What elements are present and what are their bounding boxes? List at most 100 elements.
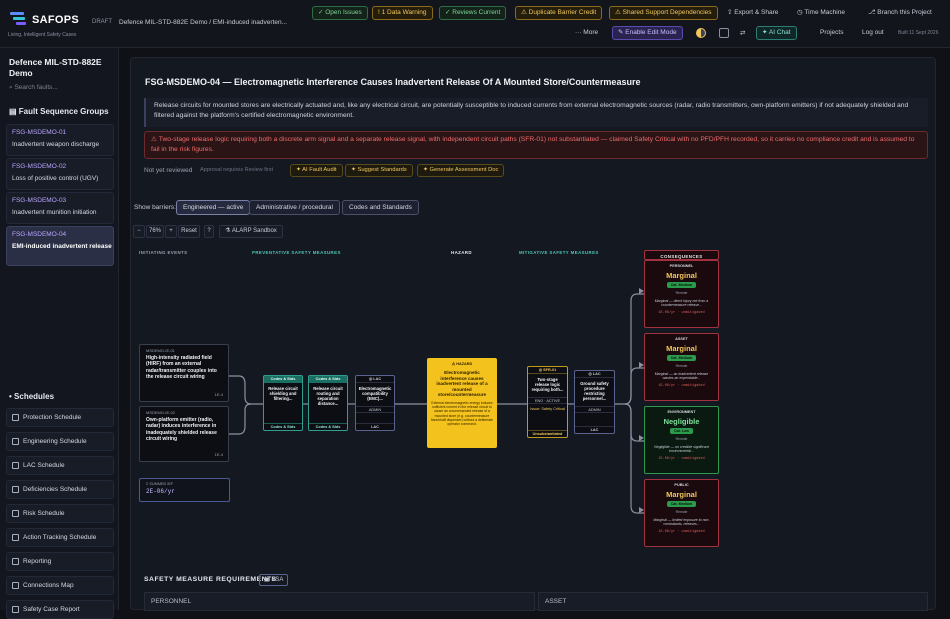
consequence-rate: 1E-06/yr · unmitigated <box>658 310 705 315</box>
consequence-personnel[interactable]: PERSONNEL Marginal Cat. Medium Remote Ma… <box>644 260 719 328</box>
ai-chat-button[interactable]: ✦ AI Chat <box>756 26 797 40</box>
barrier-footer: Codes & Stds <box>264 423 302 430</box>
event-text: High-intensity radiated field (HIRF) fro… <box>146 355 217 380</box>
barrier-footer: LAC <box>356 423 394 430</box>
duplicate-barrier-chip[interactable]: ⚠ Duplicate Barrier Credit <box>515 6 603 20</box>
consequence-header: ENVIRONMENT <box>667 410 696 414</box>
consequence-asset[interactable]: ASSET Marginal Cat. Medium Remote Margin… <box>644 333 719 401</box>
preventative-barrier[interactable]: ◎ LAC Electromagnetic compatibility (EMC… <box>355 375 395 431</box>
fsg-item-02[interactable]: FSG-MSDEMO-02 Loss of positive control (… <box>6 158 114 190</box>
category-pill: Cat. Medium <box>666 501 697 507</box>
barrier-issue-tag: Issue: Safety Critical <box>530 407 565 411</box>
schedule-label: Connections Map <box>23 582 74 589</box>
schedules-heading-label: Schedules <box>14 392 55 401</box>
initiating-event-card[interactable]: MSDEMO-IE-02 Own-platform emitter (radio… <box>139 406 229 462</box>
project-title: Defence MIL-STD-882E Demo <box>9 57 102 78</box>
barrier-type: ◎ LAC <box>356 376 394 383</box>
tagline: Living, Intelligent Safety Cases <box>8 32 77 38</box>
warning-icon <box>12 486 19 493</box>
summed-ief-card[interactable]: Σ SUMMED IEF 2E-06/yr <box>139 478 230 502</box>
likelihood-label: Remote <box>675 364 688 368</box>
sidebar: Defence MIL-STD-882E Demo ⌕ Search fault… <box>0 48 119 619</box>
event-id: MSDEMO-IE-02 <box>146 410 175 415</box>
consequence-rate: 1E-06/yr · unmitigated <box>658 456 705 461</box>
shield-icon <box>12 414 19 421</box>
time-machine-button[interactable]: ◷ Time Machine <box>797 8 845 16</box>
likelihood-label: Remote <box>675 437 688 441</box>
requirements-col-personnel: PERSONNEL <box>144 592 535 611</box>
book-icon: ▤ <box>9 107 19 116</box>
consequence-header: PERSONNEL <box>669 264 694 268</box>
consequence-public[interactable]: PUBLIC Marginal Cat. Medium Remote Margi… <box>644 479 719 547</box>
open-issues-chip[interactable]: ✓ Open Issues <box>312 6 368 20</box>
fsg-name: EMI-induced inadvertent release <box>12 243 112 250</box>
fault-sequence-groups-heading[interactable]: ▤ Fault Sequence Groups <box>9 107 109 116</box>
network-icon <box>12 582 19 589</box>
draft-badge: DRAFT <box>92 19 112 25</box>
schedules-heading[interactable]: • Schedules <box>9 392 54 401</box>
logo[interactable]: SAFOPS Living, Intelligent Safety Cases <box>8 8 118 42</box>
initiating-event-card[interactable]: MSDEMO-IE-01 High-intensity radiated fie… <box>139 344 229 402</box>
category-pill: Cat. Medium <box>666 282 697 288</box>
more-menu[interactable]: ··· More <box>575 29 598 36</box>
fsg-code: FSG-MSDEMO-04 <box>12 231 67 238</box>
data-warning-chip[interactable]: ! 1 Data Warning <box>372 6 433 20</box>
event-id: MSDEMO-IE-01 <box>146 348 175 353</box>
sidebar-item-connections-map[interactable]: Connections Map <box>6 576 114 595</box>
consequence-desc: Marginal — limited exposure to non-comba… <box>653 518 710 527</box>
event-rate: 1E-4 <box>214 452 223 457</box>
logout-link[interactable]: Log out <box>862 29 884 36</box>
sidebar-item-protection-schedule[interactable]: Protection Schedule <box>6 408 114 427</box>
requirements-title: SAFETY MEASURE REQUIREMENTS <box>144 576 277 583</box>
enable-edit-button[interactable]: ✎ Enable Edit Mode <box>612 26 683 40</box>
fsg-name: Inadvertent munition initiation <box>12 209 97 216</box>
sidebar-item-reporting[interactable]: Reporting <box>6 552 114 571</box>
sidebar-item-risk-schedule[interactable]: Risk Schedule <box>6 504 114 523</box>
schedule-label: Reporting <box>23 558 52 565</box>
barrier-footer: Codes & Stds <box>309 423 347 430</box>
sidebar-item-deficiencies-schedule[interactable]: Deficiencies Schedule <box>6 480 114 499</box>
search-input[interactable]: ⌕ Search faults... <box>9 84 113 92</box>
barrier-text: Ground safety procedure restricting pers… <box>580 381 609 401</box>
sidebar-item-lac-schedule[interactable]: LAC Schedule <box>6 456 114 475</box>
mitigative-barrier[interactable]: ◎ LAC Ground safety procedure restrictin… <box>574 370 615 434</box>
fsg-code: FSG-MSDEMO-03 <box>12 197 67 204</box>
sidebar-item-engineering-schedule[interactable]: Engineering Schedule <box>6 432 114 451</box>
schedule-label: Deficiencies Schedule <box>23 486 87 493</box>
fsg-heading-label: Fault Sequence Groups <box>18 107 109 116</box>
barrier-text: Two-stage release logic requiring both..… <box>531 377 564 392</box>
projects-link[interactable]: Projects <box>820 29 843 36</box>
preventative-barrier[interactable]: Codes & Stds Release circuit shielding a… <box>263 375 303 431</box>
psa-badge[interactable]: ▣ PSA <box>259 574 289 586</box>
sidebar-item-action-tracking-schedule[interactable]: Action Tracking Schedule <box>6 528 114 547</box>
consequence-environment[interactable]: ENVIRONMENT Negligible Cat. Low Remote N… <box>644 406 719 474</box>
consequence-desc: Marginal — direct injury not from a coun… <box>654 299 709 308</box>
preventative-barrier[interactable]: Codes & Stds Release circuit routing and… <box>308 375 348 431</box>
branch-project-button[interactable]: ⎇ Branch this Project <box>868 8 932 16</box>
clipboard-icon <box>12 462 19 469</box>
top-bar: SAFOPS Living, Intelligent Safety Cases … <box>0 0 950 48</box>
logo-icon <box>10 12 28 28</box>
hazard-node[interactable]: ⚠ HAZARD Electromagnetic interference ca… <box>427 358 497 448</box>
fsg-code: FSG-MSDEMO-02 <box>12 163 67 170</box>
fsg-item-01[interactable]: FSG-MSDEMO-01 Inadvertent weapon dischar… <box>6 124 114 156</box>
category-pill: Cat. Medium <box>666 355 697 361</box>
fsg-item-03[interactable]: FSG-MSDEMO-03 Inadvertent munition initi… <box>6 192 114 224</box>
theme-toggle-icon[interactable] <box>696 28 706 38</box>
hazard-title: Electromagnetic interference causes inad… <box>436 370 488 398</box>
reviews-current-chip[interactable]: ✓ Reviews Current <box>439 6 507 20</box>
category-pill: Cat. Low <box>670 428 693 434</box>
export-share-button[interactable]: ⇪ Export & Share <box>727 8 778 16</box>
fsg-item-04[interactable]: FSG-MSDEMO-04 EMI-induced inadvertent re… <box>6 226 114 266</box>
swap-icon[interactable]: ⇄ <box>740 29 745 37</box>
severity-label: Negligible <box>663 417 700 426</box>
barrier-type: Codes & Stds <box>264 376 302 383</box>
branch-label: Branch this Project <box>877 9 932 16</box>
mitigative-barrier[interactable]: ◎ SFR-01 Two-stage release logic requiri… <box>527 366 568 438</box>
event-text: Own-platform emitter (radio, radar) indu… <box>146 417 217 442</box>
breadcrumb[interactable]: Defence MIL-STD-882E Demo / EMI-induced … <box>119 19 287 26</box>
fullscreen-icon[interactable] <box>719 28 729 38</box>
shared-support-chip[interactable]: ⚠ Shared Support Dependencies <box>609 6 718 20</box>
fsg-name: Loss of positive control (UGV) <box>12 175 99 182</box>
severity-label: Marginal <box>666 490 697 499</box>
